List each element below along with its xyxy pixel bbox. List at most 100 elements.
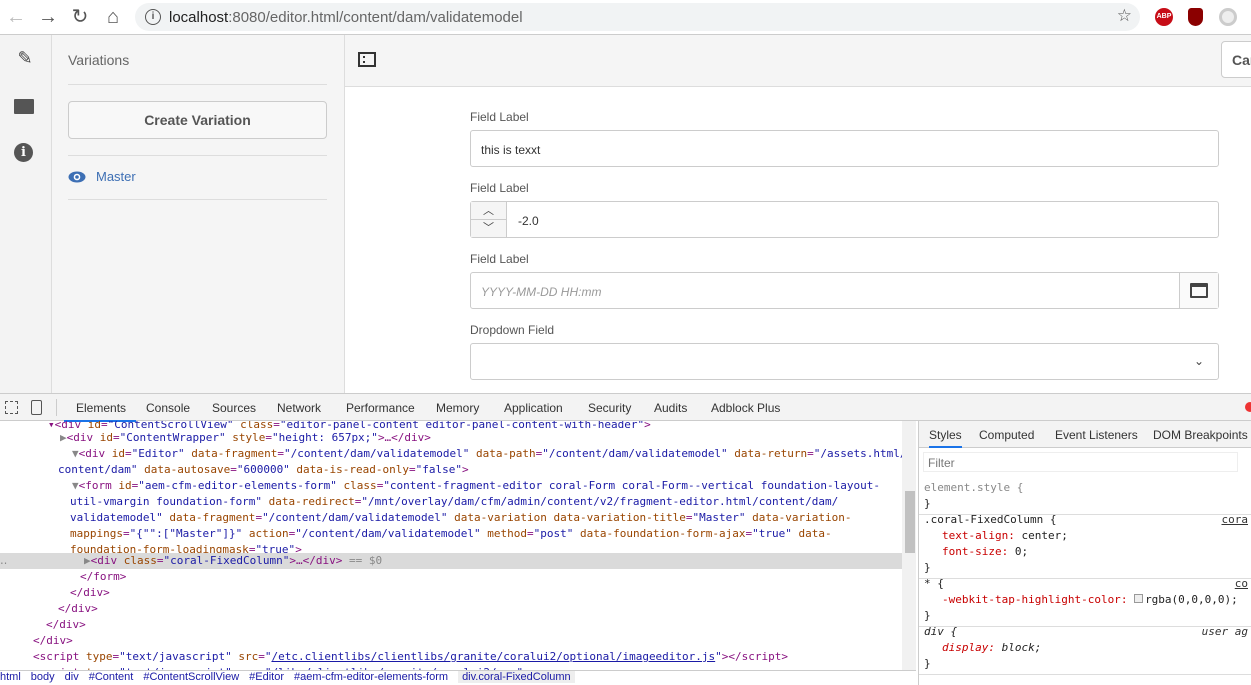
devtools-tab-performance[interactable]: Performance [346, 401, 415, 415]
dom-token: ▶ [84, 554, 91, 567]
dom-token: "post" [533, 527, 574, 540]
toggle-sidepanel-icon[interactable] [358, 52, 376, 67]
devtools-tab-elements[interactable]: Elements [64, 401, 137, 422]
variation-item-master[interactable]: Master [68, 169, 136, 184]
scrollbar-thumb[interactable] [905, 491, 915, 553]
rule-source[interactable]: cora [1222, 512, 1249, 528]
breadcrumb-item[interactable]: #Editor [249, 671, 284, 683]
devtools-tab-audits[interactable]: Audits [654, 401, 687, 415]
info-icon[interactable]: i [145, 9, 161, 25]
info-icon[interactable]: i [14, 143, 36, 165]
shield-icon[interactable] [1188, 8, 1203, 26]
dom-line[interactable]: </div> [0, 601, 902, 617]
decrement-button[interactable]: ﹀ [471, 220, 507, 237]
breadcrumb-item[interactable]: body [31, 671, 55, 683]
address-bar[interactable]: i localhost:8080/editor.html/content/dam… [135, 3, 1140, 31]
extension-icon[interactable] [1219, 8, 1237, 26]
cancel-button[interactable]: Cancel [1221, 41, 1251, 78]
script-link[interactable]: /etc.clientlibs/clientlibs/granite/coral… [271, 650, 715, 663]
semicolon: ; [1231, 593, 1238, 606]
style-rule[interactable]: div {user ag display: block;} [919, 622, 1251, 675]
devtools-tab-application[interactable]: Application [504, 401, 563, 415]
reload-icon[interactable]: ↻ [68, 5, 92, 29]
property-value: center [1021, 529, 1062, 542]
inspect-icon[interactable] [5, 401, 18, 414]
breadcrumb-item[interactable]: div.coral-FixedColumn [458, 671, 575, 683]
text-field[interactable]: this is texxt [470, 130, 1219, 167]
dom-token: data-path [469, 447, 536, 460]
property-value: block [1001, 641, 1035, 654]
elements-scrollbar[interactable] [902, 421, 916, 670]
back-icon[interactable]: ← [4, 5, 28, 29]
styles-tab-dom-breakpoints[interactable]: DOM Breakpoints [1153, 428, 1248, 442]
devtools-tab-console[interactable]: Console [146, 401, 190, 415]
dom-line[interactable]: util-vmargin foundation-form" data-redir… [0, 494, 902, 510]
style-rule[interactable]: * {co -webkit-tap-highlight-color: rgba(0… [919, 574, 1251, 627]
dom-line[interactable]: mappings="{"":["Master"]}" action="/cont… [0, 526, 902, 542]
abp-icon[interactable]: ABP [1155, 8, 1173, 26]
variation-label: Master [96, 169, 136, 184]
styles-tab-event-listeners[interactable]: Event Listeners [1055, 428, 1138, 442]
dom-token: = [156, 554, 164, 567]
side-rail: ✎ i [0, 35, 52, 393]
dom-line[interactable]: ‥ ▶<div class="coral-FixedColumn">…</div>… [0, 553, 902, 569]
dom-line[interactable]: <script type="text/javascript" src="/etc… [0, 649, 902, 665]
style-rule[interactable]: .coral-FixedColumn {cora text-align: cent… [919, 510, 1251, 579]
breadcrumb-item[interactable]: div [65, 671, 79, 683]
style-property[interactable]: font-size: 0; [924, 544, 1247, 560]
devtools-toolbar: Elements Console Sources Network Performance… [0, 393, 1251, 422]
breadcrumb-item[interactable]: #aem-cfm-editor-elements-form [294, 671, 448, 683]
dom-token: "true" [752, 527, 792, 540]
editor-header: Cancel [345, 35, 1251, 87]
datetime-field[interactable]: YYYY-MM-DD HH:mm [470, 272, 1219, 309]
dom-line[interactable]: </div> [0, 617, 902, 633]
field-label: Field Label [470, 252, 529, 266]
dom-line[interactable]: </form> [0, 569, 902, 585]
dom-token: "coral-FixedColumn" [163, 554, 290, 567]
text-field-value: this is texxt [481, 143, 541, 157]
dom-token: " [715, 650, 722, 663]
home-icon[interactable]: ⌂ [101, 5, 125, 29]
number-field[interactable]: ︿ ﹀ -2.0 [470, 201, 1219, 238]
devtools-tab-memory[interactable]: Memory [436, 401, 479, 415]
create-variation-button[interactable]: Create Variation [68, 101, 327, 139]
dom-token: class [123, 554, 157, 567]
dom-line[interactable]: ▼<form id="aem-cfm-editor-elements-form"… [0, 478, 902, 494]
folder-icon[interactable] [14, 95, 36, 117]
dropdown-field[interactable]: ⌄ [470, 343, 1219, 380]
dom-line[interactable]: ▼<div id="Editor" data-fragment="/conten… [0, 446, 902, 462]
rule-source[interactable]: co [1235, 576, 1248, 592]
device-toolbar-icon[interactable] [31, 400, 42, 415]
breadcrumb-item[interactable]: html [0, 671, 21, 683]
style-property[interactable]: display: block; [924, 640, 1247, 656]
style-property[interactable]: -webkit-tap-highlight-color: rgba(0,0,0,… [924, 592, 1247, 608]
breadcrumb-item[interactable]: #Content [89, 671, 134, 683]
increment-button[interactable]: ︿ [471, 202, 507, 220]
dom-token: <script [33, 650, 86, 663]
breadcrumb-item[interactable]: #ContentScrollView [143, 671, 239, 683]
styles-tab-computed[interactable]: Computed [979, 428, 1034, 442]
calendar-button[interactable] [1179, 273, 1218, 308]
styles-tab-styles[interactable]: Styles [929, 428, 962, 448]
url-text[interactable]: localhost:8080/editor.html/content/dam/v… [169, 9, 523, 26]
star-icon[interactable]: ☆ [1117, 6, 1132, 26]
error-badge[interactable] [1245, 402, 1251, 412]
devtools-tab-security[interactable]: Security [588, 401, 631, 415]
dom-line[interactable]: content/dam" data-autosave="600000" data… [0, 462, 902, 478]
styles-filter-input[interactable]: Filter [923, 452, 1238, 472]
dom-line[interactable]: ▶<div id="ContentWrapper" style="height:… [0, 430, 902, 446]
dom-line[interactable]: validatemodel" data-fragment = "/content/d… [0, 510, 902, 526]
devtools-tab-sources[interactable]: Sources [212, 401, 256, 415]
divider [68, 199, 327, 200]
dom-token: = [526, 527, 534, 540]
forward-icon[interactable]: → [36, 5, 60, 29]
style-property[interactable]: text-align: center; [924, 528, 1247, 544]
dom-line[interactable]: </div> [0, 585, 902, 601]
devtools-tab-adblock-plus[interactable]: Adblock Plus [711, 401, 780, 415]
pencil-icon[interactable]: ✎ [14, 47, 36, 69]
devtools-tab-network[interactable]: Network [277, 401, 321, 415]
property-name: font-size [942, 545, 1002, 558]
dom-line[interactable]: </div> [0, 633, 902, 649]
property-name: text-align [942, 529, 1009, 542]
color-swatch[interactable] [1134, 594, 1144, 603]
